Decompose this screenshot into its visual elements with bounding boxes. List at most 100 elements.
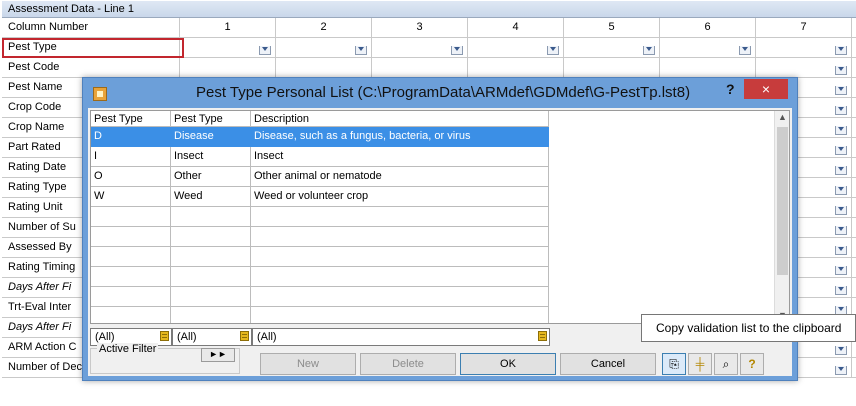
empty-list-row[interactable] — [91, 207, 549, 227]
list-cell-name — [171, 267, 251, 287]
grid-cell[interactable] — [276, 58, 372, 77]
list-cell-name — [171, 207, 251, 227]
list-cell-desc — [251, 227, 549, 247]
list-cell-name: Other — [171, 167, 251, 187]
list-item[interactable]: I Insect Insect — [91, 147, 549, 167]
grid-cell[interactable] — [180, 38, 276, 57]
filter-description-input[interactable]: (All) — [252, 328, 550, 346]
row-label[interactable]: Pest Code — [2, 58, 180, 77]
validation-icon[interactable]: ╪ — [688, 353, 712, 375]
dropdown-icon[interactable] — [835, 46, 847, 55]
empty-list-row[interactable] — [91, 307, 549, 323]
grid-cell[interactable] — [660, 58, 756, 77]
close-button[interactable]: × — [744, 79, 788, 99]
assessment-data-window: Assessment Data - Line 1 Column Number 1… — [0, 0, 856, 406]
dropdown-icon[interactable] — [835, 66, 847, 75]
dropdown-icon[interactable] — [835, 86, 847, 95]
selected-row-highlight — [2, 38, 184, 58]
dropdown-icon[interactable] — [835, 146, 847, 155]
active-filter-button[interactable]: ►► — [201, 348, 235, 362]
list-cell-desc — [251, 307, 549, 323]
list-cell-name — [171, 247, 251, 267]
cancel-button[interactable]: Cancel — [560, 353, 656, 375]
dropdown-icon[interactable] — [835, 286, 847, 295]
dropdown-icon[interactable] — [835, 166, 847, 175]
grid-cell[interactable] — [180, 58, 276, 77]
list-cell-desc: Other animal or nematode — [251, 167, 549, 187]
grid-cell[interactable] — [372, 58, 468, 77]
grid-cell[interactable] — [756, 38, 852, 57]
grid-cell[interactable] — [468, 58, 564, 77]
grid-cell[interactable] — [468, 38, 564, 57]
list-cell-name: Insect — [171, 147, 251, 167]
dropdown-icon[interactable] — [259, 46, 271, 55]
list-header-name[interactable]: Pest Type — [171, 111, 251, 127]
list-cell-code — [91, 267, 171, 287]
delete-button[interactable]: Delete — [360, 353, 456, 375]
help-icon[interactable]: ? — [740, 353, 764, 375]
list-cell-name — [171, 307, 251, 323]
list-item[interactable]: O Other Other animal or nematode — [91, 167, 549, 187]
list-scrollbar[interactable]: ▲ ▼ — [774, 111, 789, 323]
empty-list-row[interactable] — [91, 287, 549, 307]
dropdown-icon[interactable] — [451, 46, 463, 55]
ok-button[interactable]: OK — [460, 353, 556, 375]
list-cell-desc — [251, 287, 549, 307]
grid-cell[interactable] — [372, 38, 468, 57]
grid-cell[interactable] — [564, 58, 660, 77]
list-header-description[interactable]: Description — [251, 111, 549, 127]
new-button[interactable]: New — [260, 353, 356, 375]
list-cell-code: W — [91, 187, 171, 207]
filter-bar: (All) (All) (All) — [90, 328, 550, 346]
list-cell-code — [91, 227, 171, 247]
find-icon[interactable]: ⌕ — [714, 353, 738, 375]
window-titlebar: Assessment Data - Line 1 — [2, 1, 856, 18]
column-header-1: 1 — [180, 18, 276, 37]
dropdown-icon[interactable] — [547, 46, 559, 55]
dropdown-icon[interactable] — [835, 226, 847, 235]
filter-icon[interactable] — [160, 331, 169, 341]
grid-cell[interactable] — [756, 58, 852, 77]
list-cell-desc — [251, 207, 549, 227]
list-cell-code: I — [91, 147, 171, 167]
scroll-up-icon[interactable]: ▲ — [778, 112, 787, 122]
list-cell-desc: Disease, such as a fungus, bacteria, or … — [251, 127, 549, 147]
list-header-code[interactable]: Pest Type — [91, 111, 171, 127]
pest-type-list[interactable]: Pest Type Pest Type Description D Disease… — [90, 110, 790, 324]
empty-list-row[interactable] — [91, 247, 549, 267]
dropdown-icon[interactable] — [835, 346, 847, 355]
dropdown-icon[interactable] — [835, 186, 847, 195]
dropdown-icon[interactable] — [835, 206, 847, 215]
dialog-titlebar: Pest Type Personal List (C:\ProgramData\… — [83, 78, 797, 108]
list-cell-desc: Insect — [251, 147, 549, 167]
list-item[interactable]: D Disease Disease, such as a fungus, bacte… — [91, 127, 549, 147]
help-button[interactable]: ? — [726, 81, 735, 97]
dropdown-icon[interactable] — [835, 366, 847, 375]
grid-cell[interactable] — [660, 38, 756, 57]
column-number-row: Column Number 1 2 3 4 5 6 7 — [2, 18, 856, 38]
dropdown-icon[interactable] — [739, 46, 751, 55]
dropdown-icon[interactable] — [835, 266, 847, 275]
empty-list-row[interactable] — [91, 227, 549, 247]
scrollbar-thumb[interactable] — [777, 127, 788, 275]
list-item[interactable]: W Weed Weed or volunteer crop — [91, 187, 549, 207]
column-header-4: 4 — [468, 18, 564, 37]
grid-cell[interactable] — [564, 38, 660, 57]
filter-icon[interactable] — [240, 331, 249, 341]
list-cell-code: D — [91, 127, 171, 147]
dropdown-icon[interactable] — [835, 246, 847, 255]
column-header-6: 6 — [660, 18, 756, 37]
grid-cell[interactable] — [276, 38, 372, 57]
dropdown-icon[interactable] — [835, 106, 847, 115]
dropdown-icon[interactable] — [643, 46, 655, 55]
dropdown-icon[interactable] — [355, 46, 367, 55]
list-cell-desc — [251, 247, 549, 267]
dropdown-icon[interactable] — [835, 126, 847, 135]
app-icon — [93, 87, 107, 101]
filter-icon[interactable] — [538, 331, 547, 341]
column-header-2: 2 — [276, 18, 372, 37]
empty-list-row[interactable] — [91, 267, 549, 287]
copy-icon[interactable]: ⎘ — [662, 353, 686, 375]
tooltip: Copy validation list to the clipboard — [641, 314, 856, 342]
active-filter-group: Active Filter ►► — [90, 343, 240, 374]
